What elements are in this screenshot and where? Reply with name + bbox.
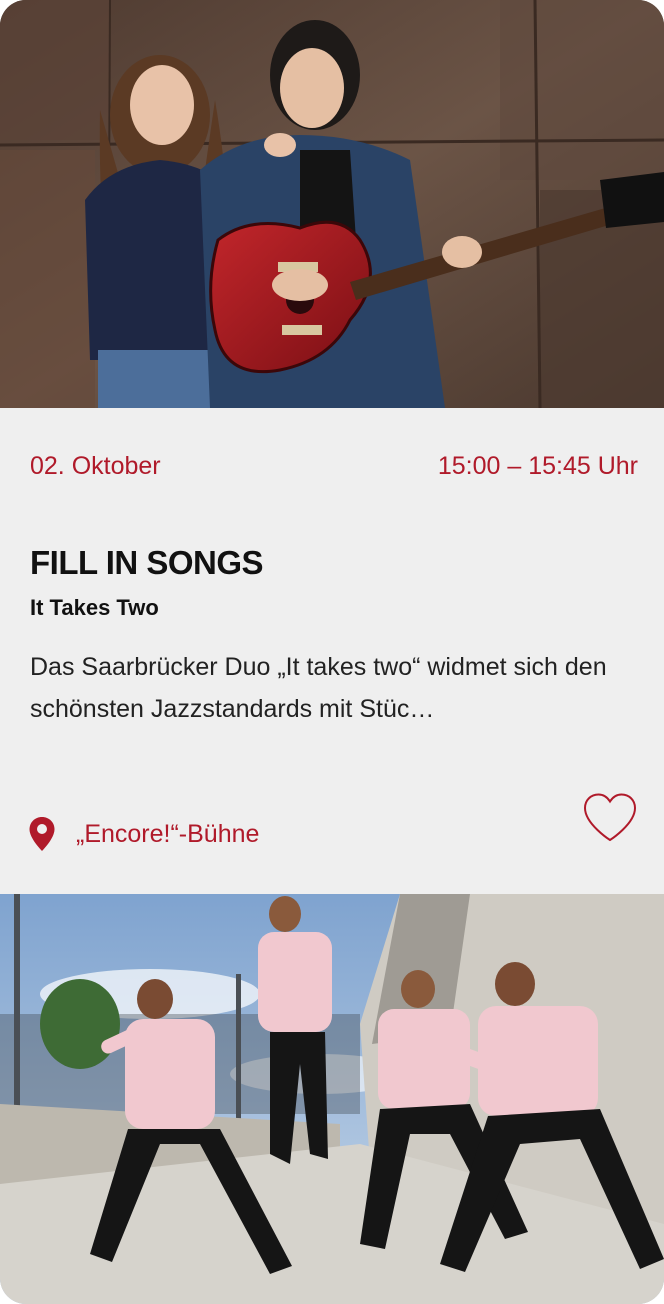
event-date: 02. Oktober xyxy=(30,452,161,480)
event-location-label: „Encore!“-Bühne xyxy=(76,819,260,848)
event-image[interactable] xyxy=(0,0,664,408)
map-pin-icon xyxy=(29,817,55,851)
favorite-button[interactable] xyxy=(582,792,638,844)
event-photo-dancers xyxy=(0,894,664,1304)
event-title[interactable]: FILL IN SONGS xyxy=(30,544,264,582)
event-image[interactable] xyxy=(0,894,664,1304)
event-list: 02. Oktober 15:00 – 15:45 Uhr FILL IN SO… xyxy=(0,0,664,1304)
event-photo-duo xyxy=(0,0,664,408)
event-description: Das Saarbrücker Duo „It takes two“ widme… xyxy=(30,653,607,723)
heart-outline-icon xyxy=(583,793,637,842)
event-subtitle: It Takes Two xyxy=(30,595,159,620)
event-time: 15:00 – 15:45 Uhr xyxy=(437,452,638,480)
event-location[interactable]: „Encore!“-Bühne xyxy=(28,812,259,856)
event-card[interactable]: 02. Oktober 15:00 – 15:45 Uhr FILL IN SO… xyxy=(0,408,664,894)
